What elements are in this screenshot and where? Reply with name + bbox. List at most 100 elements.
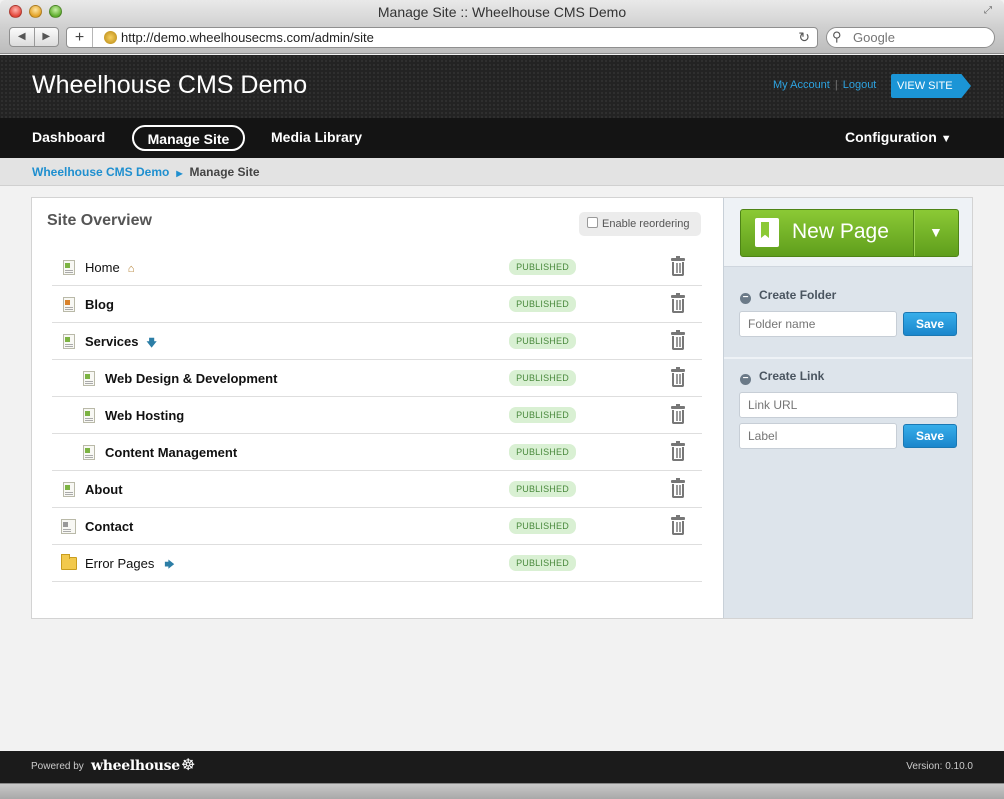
breadcrumb-current: Manage Site bbox=[189, 165, 260, 179]
account-links: My Account | Logout bbox=[773, 79, 876, 91]
collapse-arrow-icon[interactable]: 🡇 bbox=[147, 336, 157, 353]
status-badge: PUBLISHED bbox=[509, 296, 576, 312]
trash-icon[interactable] bbox=[671, 256, 685, 277]
page-icon bbox=[63, 482, 75, 497]
page-title[interactable]: Content Management bbox=[105, 445, 237, 460]
create-link-section: −Create Link Save bbox=[724, 359, 972, 469]
window-status-bar bbox=[0, 783, 1004, 799]
logout-link[interactable]: Logout bbox=[843, 79, 877, 91]
fullscreen-icon[interactable]: ⤢ bbox=[984, 5, 996, 17]
save-link-button[interactable]: Save bbox=[903, 424, 957, 448]
nav-configuration[interactable]: Configuration ▼ bbox=[845, 125, 952, 151]
blog-page-icon bbox=[63, 297, 75, 312]
page-title-row[interactable]: Error Pages 🡆 bbox=[85, 556, 175, 575]
expand-arrow-icon[interactable]: 🡆 bbox=[164, 558, 174, 575]
page-title-row[interactable]: Services 🡇 bbox=[85, 334, 157, 353]
collapse-icon[interactable]: − bbox=[740, 374, 751, 385]
site-overview: Site Overview Enable reordering Home ⌂ PU… bbox=[32, 198, 722, 618]
link-url-input[interactable] bbox=[739, 392, 958, 418]
main-nav: Dashboard Manage Site Media Library Conf… bbox=[0, 118, 1004, 158]
browser-search-input[interactable] bbox=[853, 30, 983, 45]
create-folder-section: −Create Folder Save bbox=[724, 278, 972, 360]
page-row[interactable]: Services 🡇 PUBLISHED bbox=[52, 323, 702, 360]
breadcrumb: Wheelhouse CMS Demo ▶ Manage Site bbox=[0, 158, 1004, 186]
new-page-button[interactable]: New Page ▼ bbox=[740, 209, 959, 257]
wheelhouse-logo[interactable]: wheelhouse bbox=[91, 758, 180, 774]
forward-icon[interactable]: ▶ bbox=[35, 28, 59, 46]
page-title[interactable]: About bbox=[85, 482, 123, 497]
site-title[interactable]: Wheelhouse CMS Demo bbox=[32, 71, 307, 100]
caret-down-icon: ▼ bbox=[940, 133, 952, 145]
page-title[interactable]: Web Hosting bbox=[105, 408, 184, 423]
create-link-heading[interactable]: − Create Link bbox=[740, 369, 824, 385]
reload-icon[interactable]: ↻ bbox=[798, 29, 810, 46]
status-badge: PUBLISHED bbox=[509, 370, 576, 386]
new-page-dropdown-icon[interactable]: ▼ bbox=[929, 224, 943, 240]
favicon-icon bbox=[104, 31, 117, 44]
new-page-label: New Page bbox=[792, 220, 889, 243]
page-title[interactable]: Services bbox=[85, 334, 139, 349]
page-row[interactable]: Contact PUBLISHED bbox=[52, 508, 702, 545]
link-separator: | bbox=[834, 79, 838, 91]
sidebar: New Page ▼ −Create Folder Save −Create L… bbox=[723, 198, 972, 618]
version-label: Version: 0.10.0 bbox=[906, 761, 973, 772]
trash-icon[interactable] bbox=[671, 367, 685, 388]
footer: Powered by wheelhouse ☸ Version: 0.10.0 bbox=[0, 751, 1004, 783]
view-site-button[interactable]: VIEW SITE bbox=[891, 74, 971, 98]
page-title[interactable]: Home bbox=[85, 260, 120, 275]
page-list: Home ⌂ PUBLISHED Blog PUBLISHED Services 🡇… bbox=[52, 249, 702, 582]
trash-icon[interactable] bbox=[671, 515, 685, 536]
page-row[interactable]: Content Management PUBLISHED bbox=[52, 434, 702, 471]
overview-title: Site Overview bbox=[47, 212, 152, 229]
history-buttons: ◀ ▶ bbox=[9, 27, 59, 47]
create-folder-heading[interactable]: − Create Folder bbox=[740, 288, 836, 304]
collapse-icon[interactable]: − bbox=[740, 293, 751, 304]
button-divider bbox=[913, 210, 914, 256]
window-title: Manage Site :: Wheelhouse CMS Demo bbox=[377, 4, 627, 20]
page-icon bbox=[83, 445, 95, 460]
create-link-label: Create Link bbox=[759, 369, 825, 383]
reorder-checkbox[interactable] bbox=[587, 217, 598, 228]
status-badge: PUBLISHED bbox=[509, 481, 576, 497]
breadcrumb-root[interactable]: Wheelhouse CMS Demo bbox=[32, 165, 169, 179]
back-icon[interactable]: ◀ bbox=[10, 28, 35, 46]
page-row[interactable]: About PUBLISHED bbox=[52, 471, 702, 508]
breadcrumb-arrow-icon: ▶ bbox=[176, 169, 183, 178]
sidebar-top: New Page ▼ bbox=[724, 198, 972, 267]
browser-search[interactable]: ⚲ bbox=[826, 27, 995, 48]
page-row[interactable]: Web Hosting PUBLISHED bbox=[52, 397, 702, 434]
enable-reordering-toggle[interactable]: Enable reordering bbox=[579, 212, 701, 236]
trash-icon[interactable] bbox=[671, 404, 685, 425]
app-header: Wheelhouse CMS Demo My Account | Logout VI… bbox=[0, 55, 1004, 118]
page-title[interactable]: Contact bbox=[85, 519, 133, 534]
nav-dashboard[interactable]: Dashboard bbox=[32, 125, 105, 151]
page-icon bbox=[83, 371, 95, 386]
my-account-link[interactable]: My Account bbox=[773, 79, 830, 91]
nav-manage-site[interactable]: Manage Site bbox=[132, 125, 245, 151]
trash-icon[interactable] bbox=[671, 330, 685, 351]
status-badge: PUBLISHED bbox=[509, 333, 576, 349]
page-title[interactable]: Blog bbox=[85, 297, 114, 312]
page-row[interactable]: Home ⌂ PUBLISHED bbox=[52, 249, 702, 286]
link-label-input[interactable] bbox=[739, 423, 897, 449]
page-icon bbox=[83, 408, 95, 423]
nav-configuration-label: Configuration bbox=[845, 129, 937, 145]
address-bar[interactable]: + http://demo.wheelhousecms.com/admin/si… bbox=[66, 27, 818, 48]
status-badge: PUBLISHED bbox=[509, 407, 576, 423]
create-folder-label: Create Folder bbox=[759, 288, 837, 302]
nav-media-library[interactable]: Media Library bbox=[271, 125, 362, 151]
page-title-row[interactable]: Home ⌂ bbox=[85, 260, 134, 275]
folder-name-input[interactable] bbox=[739, 311, 897, 337]
url-text[interactable]: http://demo.wheelhousecms.com/admin/site bbox=[121, 30, 374, 45]
trash-icon[interactable] bbox=[671, 478, 685, 499]
save-folder-button[interactable]: Save bbox=[903, 312, 957, 336]
trash-icon[interactable] bbox=[671, 293, 685, 314]
page-title[interactable]: Web Design & Development bbox=[105, 371, 277, 386]
page-title[interactable]: Error Pages bbox=[85, 556, 154, 571]
trash-icon[interactable] bbox=[671, 441, 685, 462]
page-row[interactable]: Web Design & Development PUBLISHED bbox=[52, 360, 702, 397]
add-bookmark-icon[interactable]: + bbox=[67, 28, 93, 47]
page-row[interactable]: Blog PUBLISHED bbox=[52, 286, 702, 323]
page-row[interactable]: Error Pages 🡆 PUBLISHED bbox=[52, 545, 702, 582]
content-panel: Site Overview Enable reordering Home ⌂ PU… bbox=[31, 197, 973, 619]
